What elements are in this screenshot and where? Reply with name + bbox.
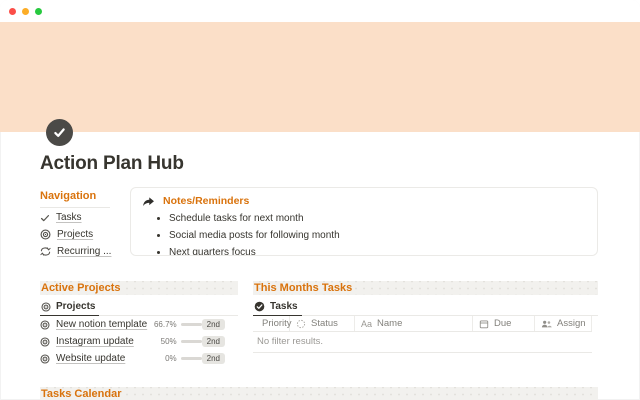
column-header-priority[interactable]: Priority (253, 316, 292, 331)
active-projects-section: Active Projects Projects New notion temp… (40, 281, 238, 367)
progress-bar (180, 340, 202, 343)
tasks-table: Priority Status Aa Name Due Assign No fi… (253, 316, 592, 353)
project-name[interactable]: Website update (56, 353, 125, 364)
column-header-assign[interactable]: Assign (535, 316, 592, 331)
page-title: Action Plan Hub (40, 153, 184, 174)
forward-arrow-icon (143, 196, 154, 206)
nav-item-tasks[interactable]: Tasks (40, 208, 120, 225)
close-button[interactable] (9, 7, 16, 15)
progress-bar (180, 357, 202, 360)
callout-title: Notes/Reminders (163, 195, 250, 207)
status-icon (296, 319, 306, 328)
column-header-status[interactable]: Status (290, 316, 355, 331)
project-percent: 50% (160, 337, 177, 346)
target-icon (41, 301, 51, 312)
nav-item-recurring[interactable]: Recurring ... (40, 242, 120, 259)
project-name[interactable]: New notion template (56, 319, 147, 330)
callout-bullet-list: Schedule tasks for next month Social med… (169, 212, 585, 255)
people-icon (541, 320, 552, 327)
empty-results-text: No filter results. (257, 336, 323, 347)
project-row[interactable]: Website update 0% 2nd (40, 350, 238, 367)
target-icon (40, 336, 50, 347)
project-badge: 2nd (201, 353, 225, 364)
project-badge: 2nd (201, 336, 225, 347)
project-percent: 66.7% (153, 320, 177, 329)
this-months-tasks-heading: This Months Tasks (253, 281, 598, 295)
tasks-calendar-heading: Tasks Calendar (40, 387, 598, 400)
check-icon (40, 214, 50, 221)
callout-bullet: Next quarters focus (169, 246, 585, 255)
calendar-icon (479, 319, 489, 328)
notion-window: Action Plan Hub Navigation Tasks Project… (0, 0, 640, 400)
tab-label: Tasks (270, 301, 298, 312)
tab-tasks[interactable]: Tasks (253, 299, 302, 316)
project-name[interactable]: Instagram update (56, 336, 134, 347)
nav-item-label: Recurring ... (57, 246, 112, 257)
column-header-name[interactable]: Aa Name (355, 316, 473, 331)
target-icon (40, 229, 51, 240)
text-icon: Aa (361, 318, 373, 329)
check-icon (54, 128, 65, 137)
check-circle-icon (254, 301, 265, 312)
callout-bullet: Schedule tasks for next month (169, 212, 585, 226)
tab-label: Projects (56, 301, 96, 312)
nav-item-label: Projects (57, 229, 94, 240)
active-projects-heading: Active Projects (40, 281, 238, 295)
target-icon (40, 319, 50, 330)
page-icon-check-circle[interactable] (46, 119, 73, 146)
project-row[interactable]: Instagram update 50% 2nd (40, 333, 238, 350)
this-months-tasks-section: This Months Tasks Tasks Priority Status … (253, 281, 598, 367)
window-titlebar (0, 0, 640, 22)
column-header-due[interactable]: Due (473, 316, 535, 331)
navigation-column: Navigation Tasks Projects Recurring ... (40, 187, 120, 259)
nav-item-projects[interactable]: Projects (40, 225, 120, 242)
project-percent: 0% (165, 354, 177, 363)
nav-item-label: Tasks (56, 212, 82, 223)
zoom-button[interactable] (35, 7, 42, 15)
tab-projects[interactable]: Projects (40, 299, 100, 316)
progress-bar (180, 323, 202, 326)
callout-bullet: Social media posts for following month (169, 229, 585, 243)
page-cover[interactable] (0, 22, 640, 132)
navigation-heading: Navigation (40, 190, 97, 202)
notes-reminders-callout: Notes/Reminders Schedule tasks for next … (130, 187, 598, 256)
project-badge: 2nd (201, 319, 225, 330)
recurring-icon (40, 247, 51, 256)
target-icon (40, 353, 50, 364)
minimize-button[interactable] (22, 7, 29, 15)
project-row[interactable]: New notion template 66.7% 2nd (40, 316, 238, 333)
